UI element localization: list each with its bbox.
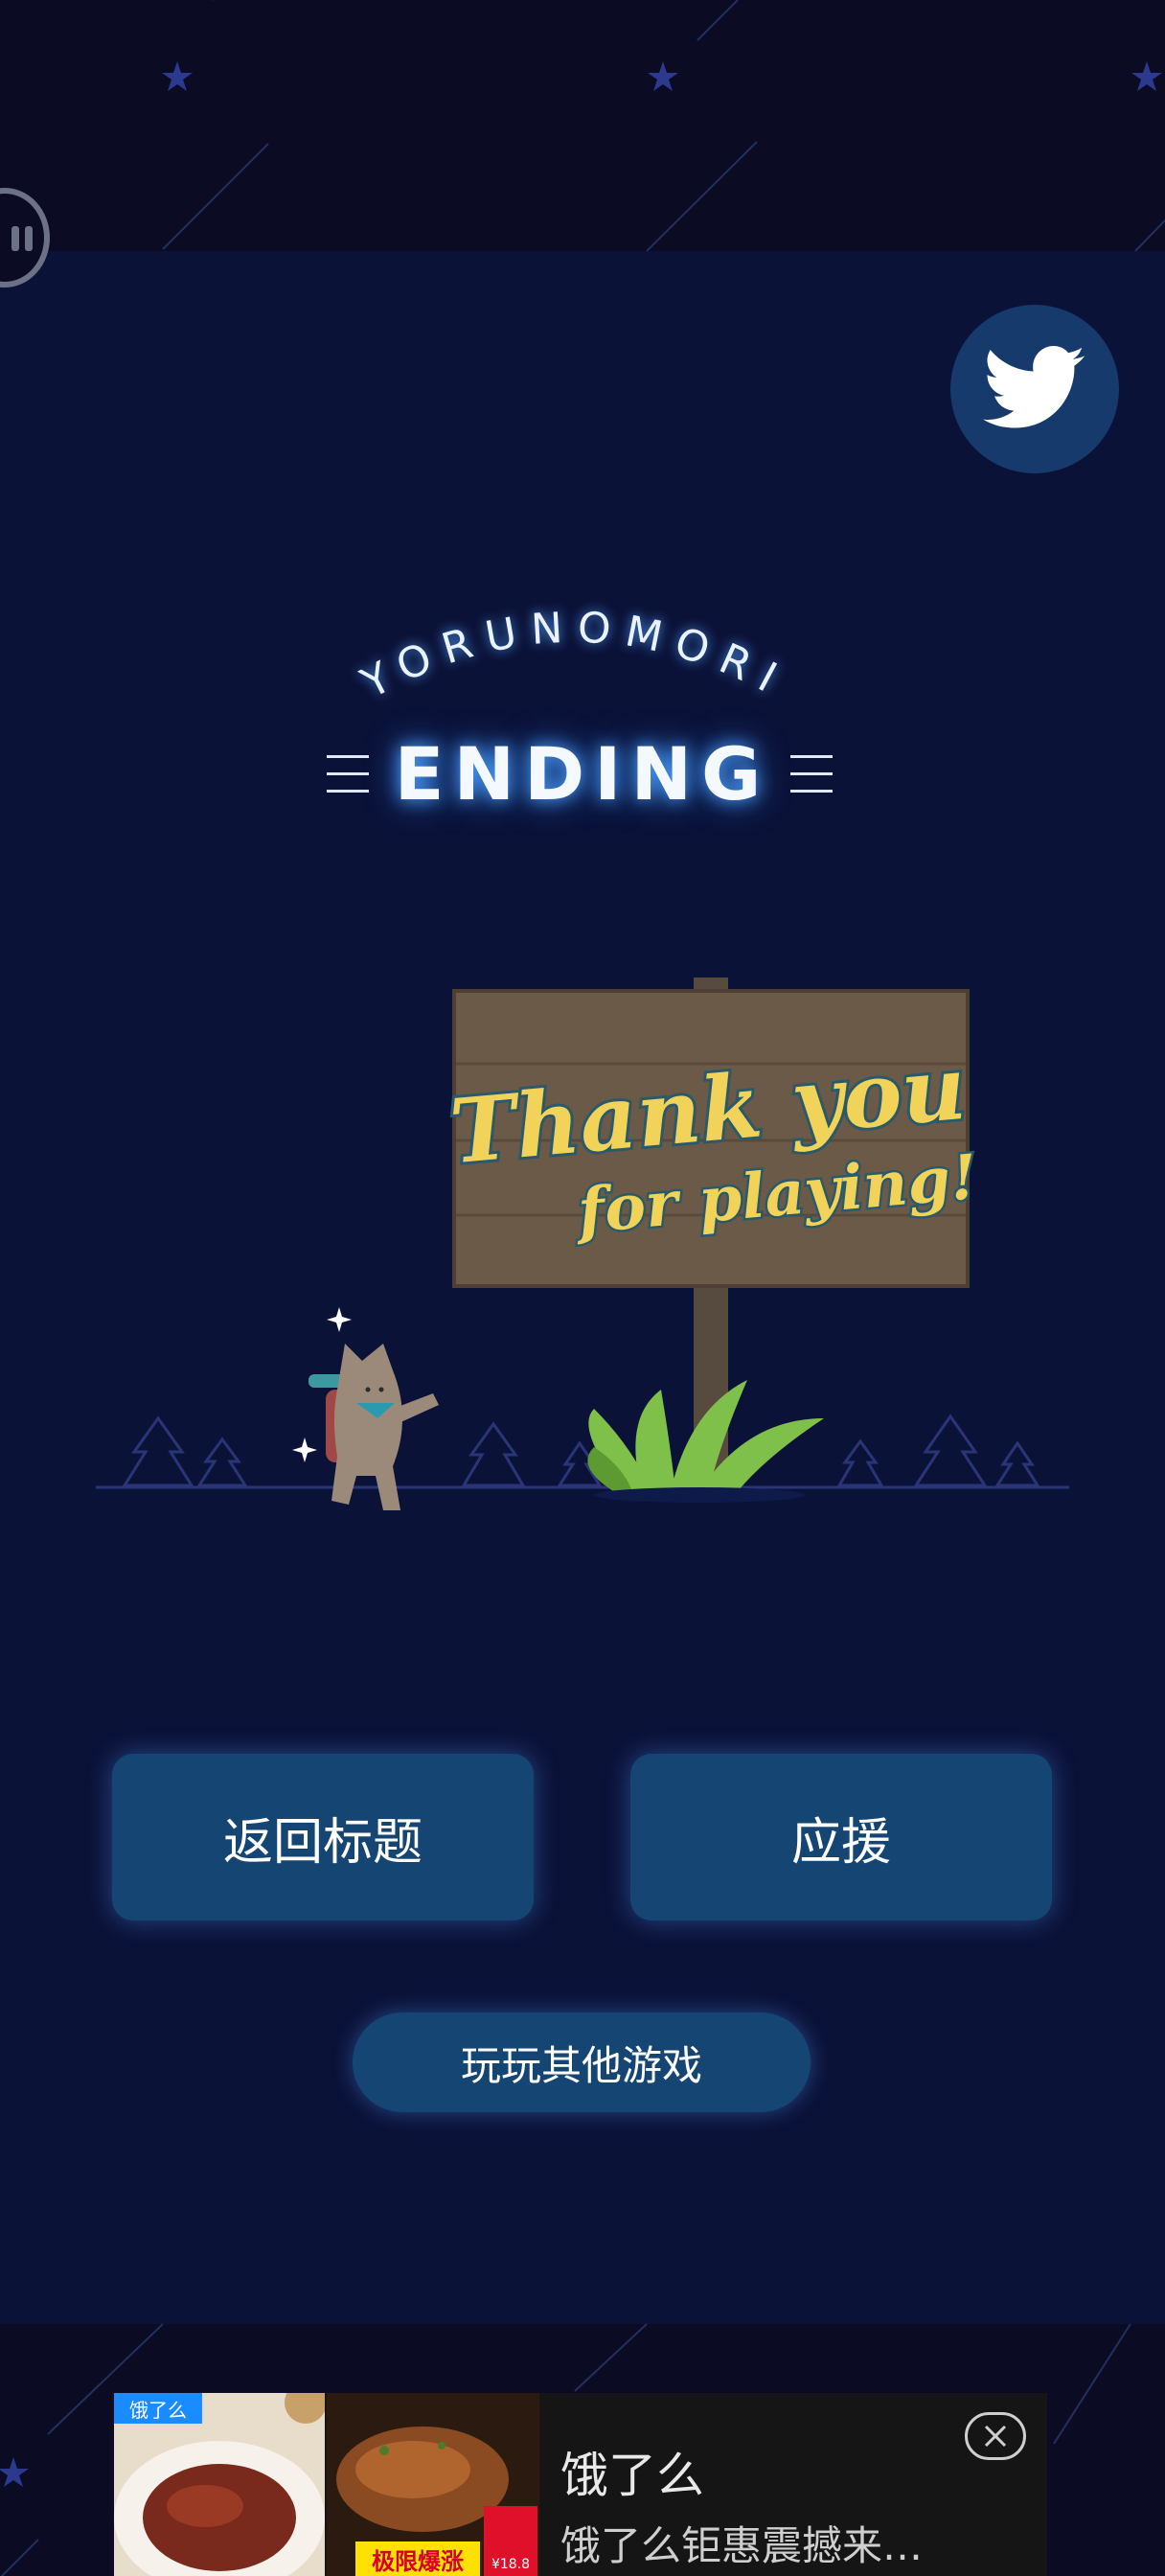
ad-banner[interactable]: 饿了么 极限爆涨 ¥18.8 饿了么 饿了么钜惠震撼来… bbox=[114, 2393, 1047, 2576]
top-band bbox=[0, 0, 1165, 251]
twitter-share-button[interactable] bbox=[950, 305, 1119, 473]
ending-scene: Thank you for playing! bbox=[96, 978, 1069, 1510]
pause-icon bbox=[11, 226, 34, 251]
play-other-games-button[interactable]: 玩玩其他游戏 bbox=[353, 2012, 811, 2112]
twitter-bird-icon bbox=[983, 346, 1085, 428]
ad-subtitle[interactable]: 饿了么钜惠震撼来… bbox=[560, 2514, 963, 2572]
pine-trees bbox=[122, 1414, 1040, 1487]
ad-price-tag: ¥18.8 bbox=[484, 2506, 537, 2576]
support-button[interactable]: 应援 bbox=[630, 1754, 1052, 1920]
ad-title[interactable]: 饿了么 bbox=[560, 2437, 704, 2506]
logo-right-lines bbox=[790, 755, 833, 794]
back-to-title-button[interactable]: 返回标题 bbox=[112, 1754, 534, 1920]
logo-arc-text: YORUNOMORI bbox=[353, 603, 796, 708]
ad-image-food-1[interactable]: 饿了么 bbox=[114, 2393, 325, 2576]
logo-arc-label: YORUNOMORI bbox=[353, 603, 783, 708]
close-icon bbox=[984, 2425, 1007, 2448]
wooden-sign: Thank you for playing! bbox=[444, 989, 982, 1288]
svg-text:YORUNOMORI: YORUNOMORI bbox=[353, 603, 796, 708]
ad-image-food-2[interactable]: 极限爆涨 ¥18.8 bbox=[327, 2393, 539, 2576]
cat-character bbox=[308, 1344, 439, 1510]
ad-brand-badge: 饿了么 bbox=[114, 2393, 202, 2424]
logo-title: ENDING bbox=[394, 730, 771, 816]
ad-promo-tag: 极限爆涨 bbox=[355, 2542, 480, 2576]
ad-close-button[interactable] bbox=[965, 2412, 1026, 2460]
